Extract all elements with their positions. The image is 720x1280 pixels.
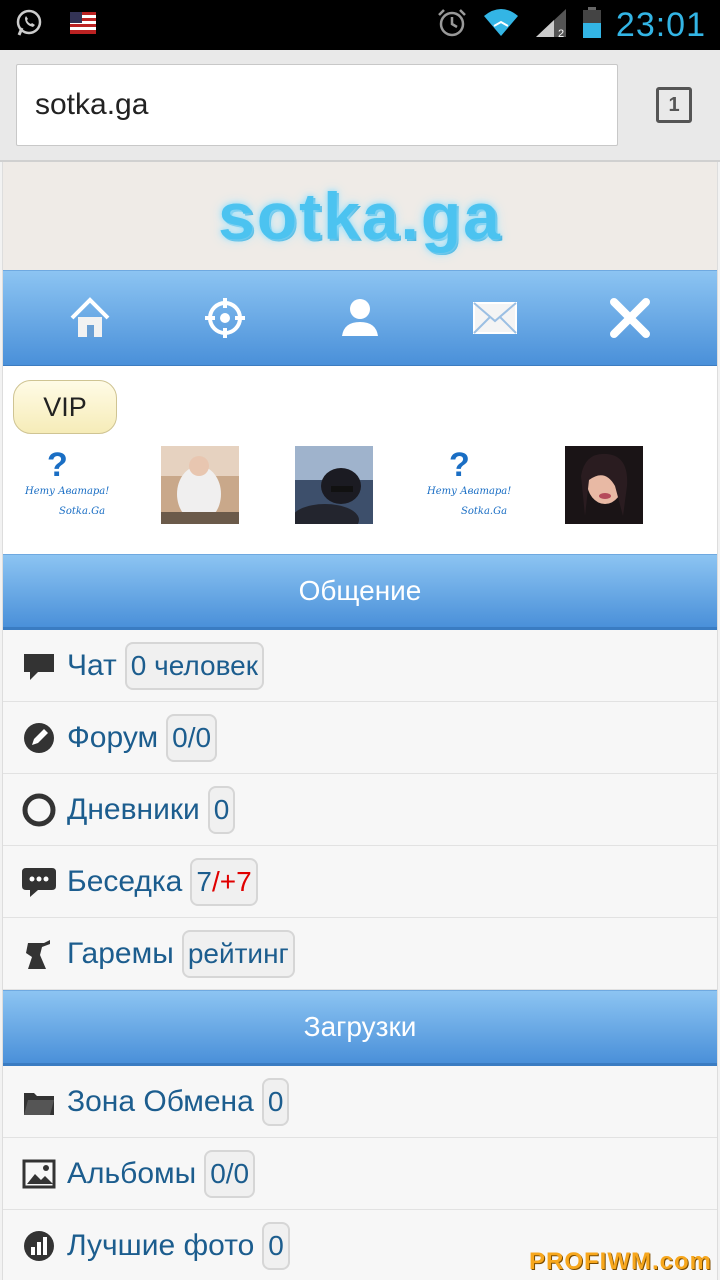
section-header: Загрузки [3,990,717,1066]
no-avatar-text: Нету Аватара! [25,486,110,497]
menu-item-label: Дневники [67,792,200,826]
site-header: sotka.ga [3,162,717,270]
profile-button[interactable] [330,288,390,348]
counter-badge: 0/0 [166,713,218,762]
svg-text:2: 2 [558,28,564,39]
image-icon [21,1156,57,1192]
no-avatar-site: Sotka.Ga [461,506,508,517]
watermark: PROFIWM.com [529,1248,712,1275]
vip-button[interactable]: VIP [13,380,117,434]
speech-dots-icon [21,864,57,900]
badge-new-count: /+7 [211,865,252,897]
menu-item-label: Форум [67,720,159,754]
avatar-placeholder[interactable]: ? Нету Аватара! Sotka.Ga [25,446,109,524]
menu-item-exchange-zone[interactable]: Зона Обмена 0 [3,1066,717,1138]
site-logo[interactable]: sotka.ga [218,178,502,254]
no-avatar-text: Нету Аватара! [427,486,512,497]
counter-badge: 0/0 [204,1149,256,1198]
whatsapp-icon [14,8,44,42]
avatar-photo[interactable] [161,446,239,524]
clock: 23:01 [615,5,706,44]
question-mark: ? [47,446,68,484]
counter-badge: 0 [262,1221,290,1270]
alarm-icon [436,7,468,43]
counter-badge: 0 [261,1077,290,1126]
menu-item-diaries[interactable]: Дневники 0 [3,774,717,846]
target-button[interactable] [195,288,255,348]
signal-icon: 2 [534,7,568,43]
menu-item-label: Гаремы [67,936,174,970]
harem-figure-icon [21,936,57,972]
counter-badge: 7/+7 [190,857,258,906]
menu-item-label: Зона Обмена [67,1084,254,1118]
menu-item-label: Лучшие фото [67,1228,255,1262]
menu-item-label: Альбомы [67,1156,197,1190]
avatar-photo[interactable] [565,446,643,524]
question-mark: ? [449,446,470,484]
page-content: sotka.ga VIP ? Нету Аватара! Sotka.Ga ? … [2,162,718,1280]
forum-pencil-icon [21,720,57,756]
bar-chart-icon [21,1228,57,1264]
home-icon [70,297,110,337]
us-flag-icon [70,12,96,38]
menu-item-forum[interactable]: Форум 0/0 [3,702,717,774]
menu-item-label: Чат [67,648,117,682]
diary-ring-icon [21,792,57,828]
counter-badge: 0 человек [124,641,264,690]
close-icon [609,298,650,338]
avatar-photo[interactable] [291,446,373,536]
menu-item-gazebo[interactable]: Беседка 7/+7 [3,846,717,918]
menu-item-harems[interactable]: Гаремы рейтинг [3,918,717,990]
home-button[interactable] [60,288,120,348]
mail-button[interactable] [465,288,525,348]
user-icon [341,299,378,336]
target-icon [205,298,246,338]
url-field[interactable]: sotka.ga [16,64,618,146]
exit-button[interactable] [600,288,660,348]
chat-bubble-icon [21,648,57,684]
menu-item-albums[interactable]: Альбомы 0/0 [3,1138,717,1210]
no-avatar-site: Sotka.Ga [59,506,106,517]
browser-toolbar: sotka.ga 1 [0,50,720,162]
vip-area: VIP [3,366,717,434]
wifi-icon [482,8,520,42]
counter-badge: 0 [207,785,236,834]
avatar-placeholder[interactable]: ? Нету Аватара! Sotka.Ga [427,446,511,524]
tab-switcher-button[interactable]: 1 [656,87,692,123]
rating-badge[interactable]: рейтинг [181,929,295,978]
status-bar: 2 23:01 [0,0,720,50]
nav-bar [3,270,717,366]
badge-count: 7 [196,865,212,897]
battery-icon [582,7,602,43]
folder-icon [21,1084,57,1120]
mail-icon [472,302,517,334]
section-header: Общение [3,554,717,630]
avatar-strip: ? Нету Аватара! Sotka.Ga ? Нету Аватара!… [3,434,717,554]
menu-item-chat[interactable]: Чат 0 человек [3,630,717,702]
menu-item-label: Беседка [67,864,183,898]
